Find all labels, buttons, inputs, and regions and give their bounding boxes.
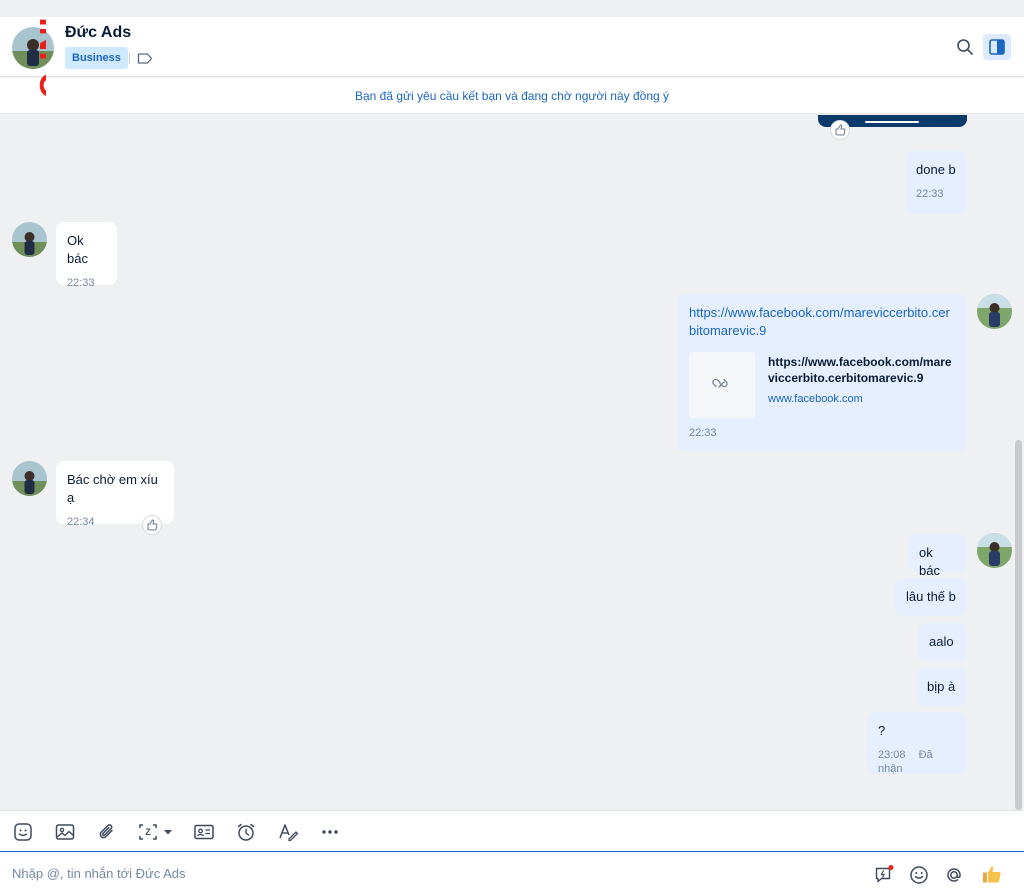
link-preview-domain: www.facebook.com [768, 393, 863, 405]
message-text: bịp à [927, 679, 956, 694]
reminder-icon[interactable] [235, 821, 257, 843]
quick-message-icon[interactable] [873, 864, 895, 886]
image-icon[interactable] [54, 821, 76, 843]
svg-text:·INFO: ·INFO [32, 6, 46, 99]
message-bubble-outgoing[interactable]: lâu thế b [895, 578, 967, 616]
sender-avatar[interactable] [12, 222, 47, 257]
link-preview-title: https://www.facebook.com/mareviccerbito.… [768, 355, 952, 385]
conversation-header: Đức Ads Business [0, 17, 1024, 77]
attach-icon[interactable] [96, 821, 118, 843]
message-time: 22:33 [67, 277, 95, 289]
window-top-strip [0, 0, 1024, 17]
more-icon[interactable] [319, 821, 341, 843]
message-text: lâu thế b [906, 589, 956, 604]
business-card-icon[interactable] [193, 821, 215, 843]
message-bubble-outgoing[interactable]: bịp à [916, 668, 967, 706]
message-bubble-incoming[interactable]: Ok bác 22:33 [56, 222, 117, 289]
my-avatar[interactable] [977, 533, 1012, 568]
like-outline-icon [835, 124, 846, 136]
message-text: done b [916, 162, 956, 177]
sticker-icon[interactable] [12, 821, 34, 843]
business-badge: Business [65, 47, 128, 69]
composer-toolbar: Z [0, 810, 1024, 852]
svg-text:Z: Z [145, 827, 151, 837]
link-icon [712, 378, 728, 388]
message-text: ? [878, 723, 886, 738]
like-outline-icon [147, 519, 158, 531]
emoji-icon[interactable] [908, 864, 930, 886]
conversation-info-icon [989, 39, 1005, 55]
message-bubble-outgoing[interactable]: done b 22:33 [905, 151, 967, 214]
search-icon[interactable] [955, 37, 975, 57]
message-text: ok bác [919, 545, 940, 578]
message-meta: 23:08 Đã nhận [878, 748, 956, 776]
my-avatar[interactable] [977, 294, 1012, 329]
message-input[interactable] [0, 852, 860, 895]
message-time: 22:33 [916, 188, 944, 200]
message-link[interactable]: https://www.facebook.com/mareviccerbito.… [689, 304, 957, 340]
message-bubble-outgoing-link[interactable]: https://www.facebook.com/mareviccerbito.… [678, 294, 967, 451]
message-bubble-outgoing[interactable]: ? 23:08 Đã nhận [867, 712, 967, 776]
message-time: 22:33 [689, 427, 717, 439]
screenshot-icon[interactable]: Z [137, 821, 175, 843]
message-bubble-outgoing[interactable]: aalo [918, 623, 967, 661]
message-bubble-outgoing[interactable]: ok bác [908, 534, 967, 578]
link-preview[interactable]: https://www.facebook.com/mareviccerbito.… [689, 352, 957, 418]
message-list-scrollbar[interactable] [1015, 440, 1022, 810]
format-text-icon[interactable] [277, 821, 299, 843]
link-preview-thumbnail [689, 352, 755, 418]
message-text: Bác chờ em xíu ạ [67, 472, 158, 505]
mention-icon[interactable] [943, 864, 965, 886]
friend-request-notice: Bạn đã gửi yêu cầu kết bạn và đang chờ n… [0, 78, 1024, 114]
message-time: 23:08 [878, 749, 906, 761]
message-bubble-incoming[interactable]: Bác chờ em xíu ạ 22:34 [56, 461, 174, 528]
message-composer [0, 852, 1024, 895]
reaction-button[interactable] [142, 515, 162, 535]
thumbs-up-icon[interactable] [980, 862, 1004, 886]
conversation-info-button[interactable] [983, 34, 1011, 60]
tag-icon[interactable] [137, 52, 153, 65]
message-text: Ok bác [67, 233, 88, 266]
sender-avatar[interactable] [12, 461, 47, 496]
header-divider [129, 53, 130, 64]
reaction-button[interactable] [830, 120, 850, 140]
contact-name[interactable]: Đức Ads [65, 24, 131, 42]
message-text: aalo [929, 634, 954, 649]
message-list[interactable]: done b 22:33 Ok bác 22:33 https://www.fa… [0, 115, 1024, 810]
watermark-logo: ·INFO [32, 6, 46, 99]
